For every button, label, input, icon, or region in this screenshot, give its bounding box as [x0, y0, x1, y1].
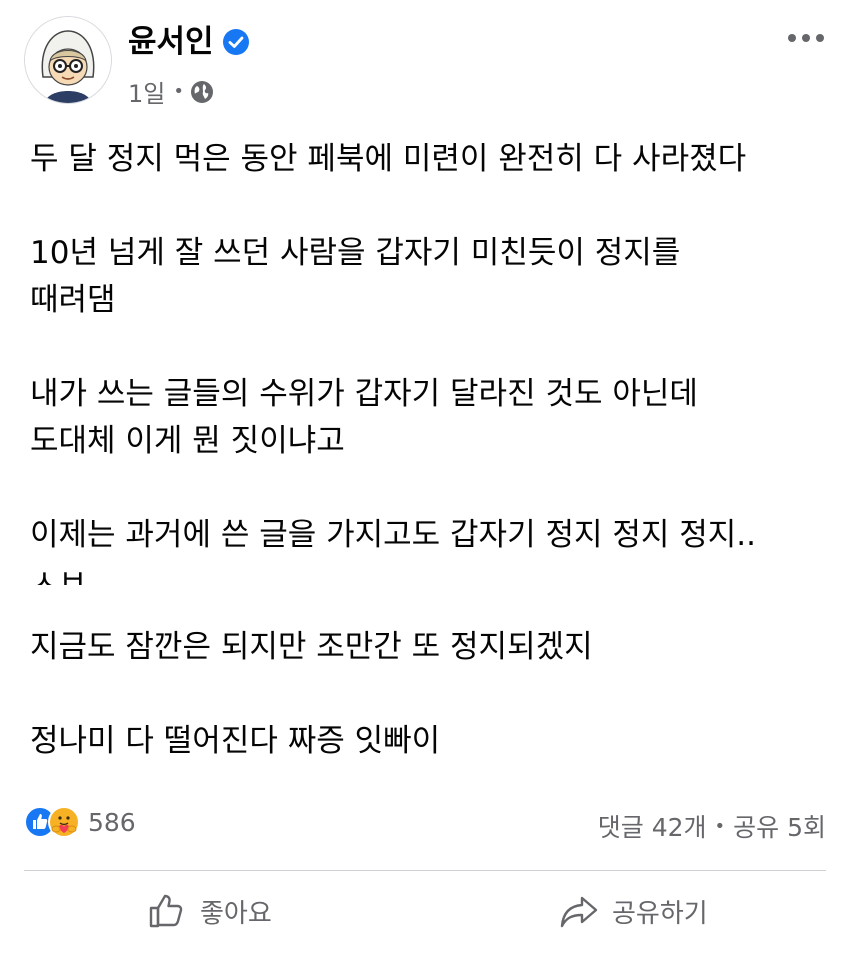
post-paragraph: 정나미 다 떨어진다 짜증 잇빠이	[30, 723, 441, 759]
action-bar: 좋아요 공유하기	[0, 880, 850, 950]
post-header: 윤서인 1일 •	[24, 16, 826, 108]
post-line-clipped: ㅅㅂ	[30, 564, 88, 585]
author-row: 윤서인	[128, 24, 250, 60]
post-line: 때려댐	[30, 282, 116, 318]
care-reaction-icon	[48, 806, 80, 838]
post-line: 10년 넘게 잘 쓰던 사람을 갑자기 미친듯이 정지를	[30, 235, 681, 271]
like-label: 좋아요	[200, 898, 272, 929]
verified-badge-icon	[222, 28, 250, 56]
post-paragraph: 지금도 잠깐은 되지만 조만간 또 정지되겠지	[30, 629, 593, 665]
share-label: 공유하기	[612, 898, 708, 929]
avatar-illustration	[25, 17, 111, 103]
more-options-icon[interactable]	[786, 28, 826, 48]
like-button[interactable]: 좋아요	[146, 890, 272, 932]
thumbs-up-icon	[149, 894, 183, 928]
reaction-summary[interactable]: 586	[24, 806, 136, 838]
share-count[interactable]: 공유 5회	[733, 808, 826, 844]
share-button[interactable]: 공유하기	[558, 890, 708, 932]
post-paragraph: 이제는 과거에 쓴 글을 가지고도 갑자기 정지 정지 정지..	[30, 512, 830, 559]
share-arrow-icon	[560, 896, 598, 928]
engagement-stats: 댓글 42개 • 공유 5회	[598, 808, 826, 844]
avatar[interactable]	[24, 16, 112, 104]
post-line: 이제는 과거에 쓴 글을 가지고도 갑자기 정지 정지 정지..	[30, 517, 756, 553]
stats-separator: •	[714, 815, 726, 837]
reaction-count: 586	[88, 807, 136, 837]
post-time[interactable]: 1일	[128, 74, 165, 109]
globe-icon	[190, 80, 214, 104]
post-paragraph: 내가 쓰는 글들의 수위가 갑자기 달라진 것도 아닌데 도대체 이게 뭔 짓이…	[30, 371, 830, 465]
post-paragraph: 10년 넘게 잘 쓰던 사람을 갑자기 미친듯이 정지를 때려댐	[30, 230, 830, 324]
post-line: 내가 쓰는 글들의 수위가 갑자기 달라진 것도 아닌데	[30, 376, 698, 412]
post-line: 도대체 이게 뭔 짓이냐고	[30, 423, 345, 459]
post-text: 두 달 정지 먹은 동안 페북에 미련이 완전히 다 사라졌다 10년 넘게 잘…	[30, 136, 830, 812]
author-name[interactable]: 윤서인	[128, 24, 214, 60]
divider	[24, 870, 826, 871]
post-meta: 1일 •	[128, 74, 214, 109]
meta-separator: •	[173, 81, 184, 102]
comment-count[interactable]: 댓글 42개	[598, 808, 707, 844]
post-paragraph: 두 달 정지 먹은 동안 페북에 미련이 완전히 다 사라졌다	[30, 141, 747, 177]
